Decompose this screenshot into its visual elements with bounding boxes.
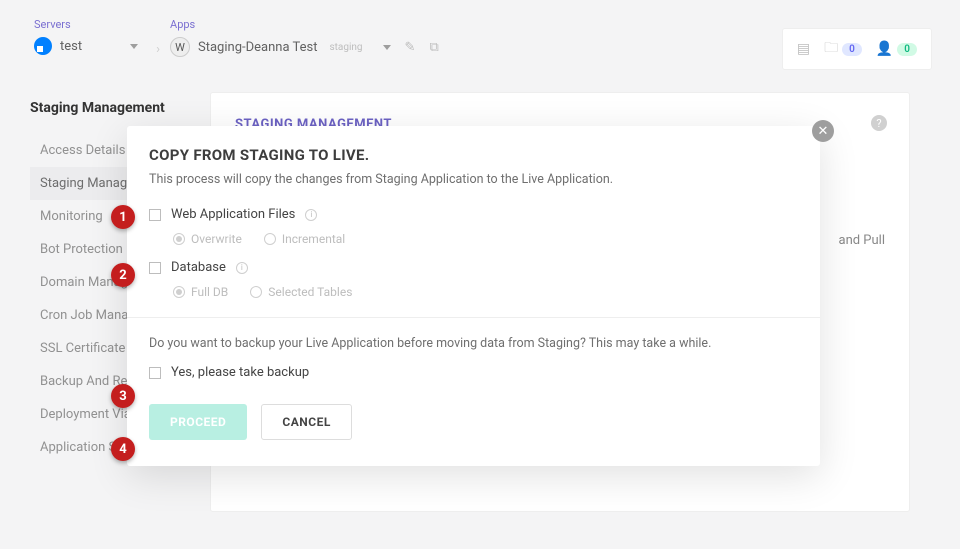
external-link-icon[interactable]: ⧉ — [429, 40, 438, 55]
cancel-button[interactable]: CANCEL — [261, 404, 351, 440]
radio-selected-tables[interactable]: Selected Tables — [250, 285, 352, 299]
chevron-down-icon[interactable] — [130, 44, 138, 49]
pencil-icon[interactable]: ✎ — [405, 40, 416, 55]
breadcrumb-servers[interactable]: Servers test — [34, 18, 138, 55]
group-database: Database i Full DB Selected Tables — [149, 260, 798, 299]
proceed-button[interactable]: PROCEED — [149, 404, 247, 440]
user-count: 0 — [897, 43, 917, 56]
checkbox-backup[interactable] — [149, 367, 161, 379]
servers-label: Servers — [34, 18, 138, 31]
info-icon[interactable]: i — [305, 209, 317, 221]
radio-incremental[interactable]: Incremental — [264, 232, 345, 246]
modal-title: COPY FROM STAGING TO LIVE. — [149, 146, 798, 164]
group-database-label: Database — [171, 260, 226, 275]
apps-label: Apps — [170, 18, 439, 31]
app-name: Staging-Deanna Test — [198, 40, 317, 55]
backup-prompt: Do you want to backup your Live Applicat… — [149, 336, 798, 351]
group-web-files-label: Web Application Files — [171, 207, 295, 222]
divider — [127, 317, 820, 318]
user-icon[interactable]: 👤0 — [876, 41, 917, 57]
annotation-1: 1 — [111, 205, 135, 229]
close-icon[interactable]: ✕ — [812, 120, 834, 142]
panel-body-fragment: and Pull — [839, 233, 886, 248]
radio-overwrite[interactable]: Overwrite — [173, 232, 242, 246]
annotation-4: 4 — [111, 437, 135, 461]
digitalocean-icon — [34, 37, 52, 55]
group-web-files: Web Application Files i Overwrite Increm… — [149, 207, 798, 246]
checkbox-database[interactable] — [149, 262, 161, 274]
topbar-right: ▤ 🗀0 👤0 — [782, 28, 932, 70]
help-icon[interactable]: ? — [871, 115, 887, 131]
info-icon[interactable]: i — [236, 262, 248, 274]
folder-icon[interactable]: 🗀0 — [824, 37, 862, 61]
annotation-2: 2 — [111, 263, 135, 287]
modal-copy-staging: ✕ COPY FROM STAGING TO LIVE. This proces… — [127, 126, 820, 466]
chevron-down-icon[interactable] — [383, 45, 391, 50]
annotation-3: 3 — [111, 384, 135, 408]
topbar: Servers test › Apps W Staging-Deanna Tes… — [0, 0, 960, 67]
chevron-right-icon: › — [156, 42, 160, 57]
backup-label: Yes, please take backup — [171, 365, 309, 380]
server-name: test — [60, 39, 82, 54]
checkbox-web-files[interactable] — [149, 209, 161, 221]
radio-fulldb[interactable]: Full DB — [173, 285, 228, 299]
wordpress-icon: W — [170, 37, 190, 57]
modal-desc: This process will copy the changes from … — [149, 172, 798, 187]
env-badge: staging — [329, 42, 362, 53]
folder-count: 0 — [842, 43, 862, 56]
breadcrumb-apps[interactable]: Apps W Staging-Deanna Test staging ✎ ⧉ — [170, 18, 439, 57]
list-icon[interactable]: ▤ — [797, 41, 810, 57]
sidebar-title: Staging Management — [30, 100, 200, 116]
